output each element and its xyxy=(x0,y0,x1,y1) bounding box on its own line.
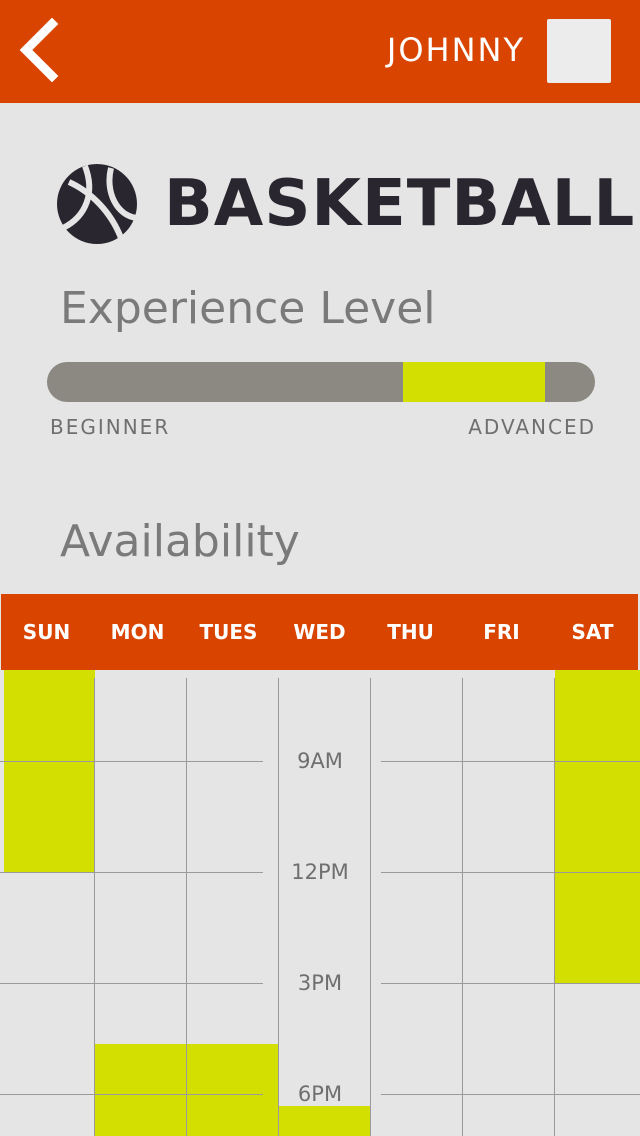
grid-line xyxy=(381,1094,640,1095)
beginner-label: BEGINNER xyxy=(50,415,171,439)
day-mon[interactable]: MON xyxy=(92,594,183,670)
chevron-left-icon xyxy=(19,17,59,83)
day-tues[interactable]: TUES xyxy=(183,594,274,670)
grid-line xyxy=(381,761,640,762)
experience-level-slider[interactable] xyxy=(47,362,595,402)
time-label-9am: 9AM xyxy=(297,749,343,773)
grid-line xyxy=(462,678,463,1136)
username[interactable]: JOHNNY xyxy=(387,30,525,70)
grid-line xyxy=(0,761,263,762)
advanced-label: ADVANCED xyxy=(468,415,596,439)
day-sun[interactable]: SUN xyxy=(1,594,92,670)
grid-line xyxy=(370,678,371,1136)
time-label-6pm: 6PM xyxy=(297,1082,343,1106)
day-fri[interactable]: FRI xyxy=(456,594,547,670)
grid-line xyxy=(0,983,263,984)
slot-mon[interactable] xyxy=(95,1044,187,1136)
slot-tues[interactable] xyxy=(187,1044,279,1136)
day-wed[interactable]: WED xyxy=(274,594,365,670)
availability-heading: Availability xyxy=(60,516,300,567)
slot-sat[interactable] xyxy=(555,670,640,984)
day-sat[interactable]: SAT xyxy=(547,594,638,670)
time-label-3pm: 3PM xyxy=(297,971,343,995)
avatar[interactable] xyxy=(547,19,611,83)
grid-line xyxy=(0,872,263,873)
basketball-icon xyxy=(57,164,138,244)
slot-wed[interactable] xyxy=(279,1106,370,1136)
experience-level-range[interactable] xyxy=(403,362,545,402)
grid-line xyxy=(0,1094,263,1095)
grid-line xyxy=(94,678,95,1136)
grid-line xyxy=(186,678,187,1136)
grid-line xyxy=(381,872,640,873)
day-thu[interactable]: THU xyxy=(365,594,456,670)
availability-grid[interactable]: 9AM 12PM 3PM 6PM xyxy=(0,670,640,1136)
grid-line xyxy=(381,983,640,984)
time-label-12pm: 12PM xyxy=(291,860,349,884)
experience-level-heading: Experience Level xyxy=(60,283,436,334)
slot-sun[interactable] xyxy=(4,670,95,872)
top-bar: JOHNNY xyxy=(0,0,640,103)
day-header-row: SUN MON TUES WED THU FRI SAT xyxy=(1,594,638,670)
back-button[interactable] xyxy=(16,17,66,83)
grid-line xyxy=(554,678,555,1136)
sport-title: BASKETBALL xyxy=(164,167,636,241)
